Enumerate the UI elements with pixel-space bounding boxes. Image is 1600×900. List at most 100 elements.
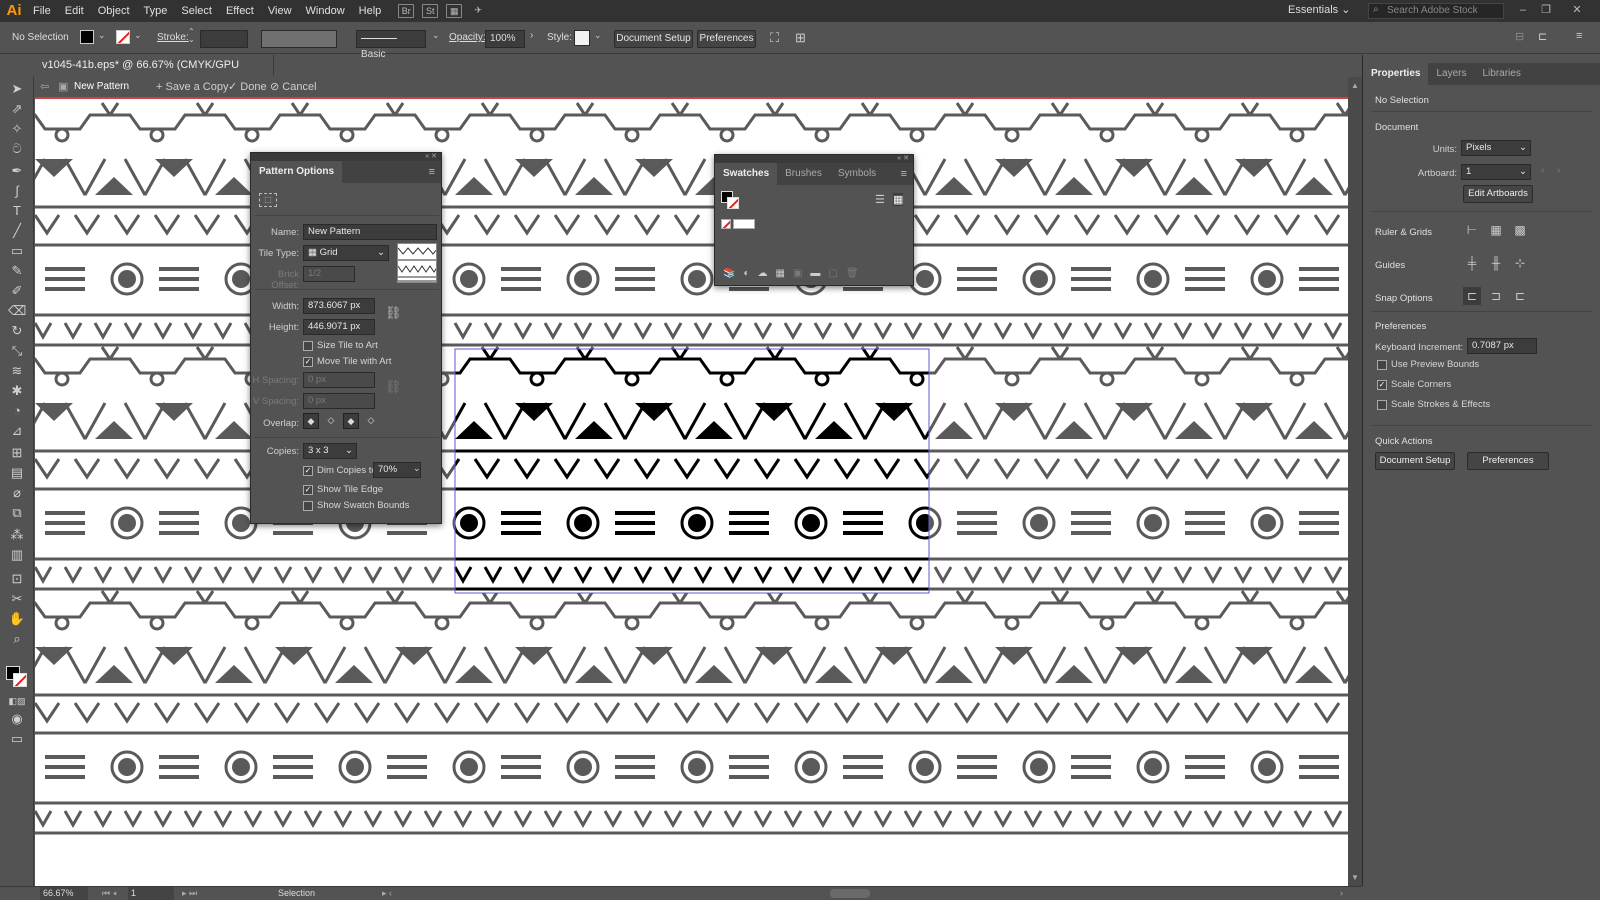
tab-properties[interactable]: Properties: [1363, 63, 1429, 85]
snap-to-grid-icon[interactable]: ⊏: [1511, 287, 1529, 305]
scroll-right-icon[interactable]: ›: [1340, 887, 1343, 900]
minimize-icon[interactable]: –: [1514, 2, 1532, 18]
menu-file[interactable]: File: [26, 0, 58, 22]
perspective-grid-tool-icon[interactable]: ⊿: [8, 422, 26, 440]
width-field[interactable]: 873.6067 px: [303, 298, 375, 314]
graph-tool-icon[interactable]: ▥: [8, 546, 26, 564]
swatch-new-pattern[interactable]: [733, 219, 755, 229]
panel-menu-icon[interactable]: ⊏: [1538, 30, 1547, 43]
bottom-in-front-icon[interactable]: ◇: [363, 413, 379, 429]
opacity-field[interactable]: 100%: [485, 30, 525, 48]
menu-help[interactable]: Help: [352, 0, 389, 22]
tab-symbols[interactable]: Symbols: [830, 163, 884, 185]
lock-guides-icon[interactable]: ╫: [1487, 254, 1505, 272]
panel-title-bar[interactable]: « ✕: [251, 153, 441, 161]
horizontal-scroll-thumb[interactable]: [830, 889, 870, 898]
line-tool-icon[interactable]: ╱: [8, 222, 26, 240]
move-tile-with-art-checkbox[interactable]: ✓: [303, 357, 313, 367]
tab-swatches[interactable]: Swatches: [715, 163, 778, 185]
use-preview-bounds-checkbox[interactable]: [1377, 360, 1387, 370]
pattern-tile-tool-icon[interactable]: ⬚: [259, 193, 277, 207]
swatch-options-icon[interactable]: ▦: [776, 263, 785, 285]
menu-type[interactable]: Type: [137, 0, 175, 22]
pen-tool-icon[interactable]: ✒: [8, 162, 26, 180]
close-panel-icon[interactable]: ✕: [431, 153, 437, 160]
panel-menu-icon[interactable]: ≡: [429, 161, 441, 183]
scale-corners-checkbox[interactable]: ✓: [1377, 380, 1387, 390]
chevron-down-icon[interactable]: ⌄: [432, 30, 440, 41]
zoom-tool-icon[interactable]: ⌕: [8, 630, 26, 648]
close-panel-icon[interactable]: ✕: [903, 155, 909, 162]
hamburger-icon[interactable]: ≡: [1576, 30, 1582, 42]
artboard-select[interactable]: 1 ⌄: [1461, 164, 1531, 180]
stroke-label[interactable]: Stroke:: [157, 32, 189, 43]
graphic-style-swatch[interactable]: [574, 30, 590, 46]
warp-tool-icon[interactable]: ≋: [8, 362, 26, 380]
gradient-tool-icon[interactable]: ▤: [8, 464, 26, 482]
paintbrush-tool-icon[interactable]: ✎: [8, 262, 26, 280]
tab-layers[interactable]: Layers: [1428, 63, 1474, 85]
show-guides-icon[interactable]: ╪: [1463, 254, 1481, 272]
size-tile-to-art-checkbox[interactable]: [303, 341, 313, 351]
preferences-button[interactable]: Preferences: [697, 30, 756, 48]
dim-copies-checkbox[interactable]: ✓: [303, 466, 313, 476]
show-tile-edge-checkbox[interactable]: ✓: [303, 485, 313, 495]
tab-libraries[interactable]: Libraries: [1474, 63, 1528, 85]
save-a-copy-button[interactable]: + Save a Copy: [156, 77, 228, 97]
units-select[interactable]: Pixels ⌄: [1461, 140, 1531, 156]
chevron-down-icon[interactable]: ⌄: [134, 30, 142, 41]
quick-preferences-button[interactable]: Preferences: [1467, 452, 1549, 470]
cloud-icon[interactable]: ☁: [758, 263, 768, 285]
rotate-tool-icon[interactable]: ↻: [8, 322, 26, 340]
panel-title-bar[interactable]: « ✕: [715, 155, 913, 163]
rulers-icon[interactable]: ⊢: [1463, 221, 1481, 239]
quick-document-setup-button[interactable]: Document Setup: [1375, 452, 1455, 470]
scale-tool-icon[interactable]: ⤡: [8, 342, 26, 360]
scroll-down-icon[interactable]: ▼: [1351, 873, 1359, 882]
menu-view[interactable]: View: [261, 0, 299, 22]
close-window-icon[interactable]: ✕: [1568, 2, 1586, 18]
blend-tool-icon[interactable]: ⧉: [8, 504, 26, 522]
lasso-tool-icon[interactable]: ට: [8, 140, 26, 158]
variable-width-profile[interactable]: [261, 30, 337, 48]
keyboard-increment-field[interactable]: 0.7087 px: [1467, 338, 1537, 354]
slice-tool-icon[interactable]: ✂: [8, 590, 26, 608]
menu-object[interactable]: Object: [91, 0, 137, 22]
done-button[interactable]: ✓ Done: [228, 77, 267, 97]
swatch-libraries-icon[interactable]: 📚: [723, 263, 735, 285]
collapse-icon[interactable]: «: [897, 155, 901, 162]
gpu-icon[interactable]: ✈: [470, 4, 486, 18]
collapse-icon[interactable]: «: [425, 153, 429, 160]
fill-swatch[interactable]: [80, 30, 94, 44]
top-in-front-icon[interactable]: ◆: [343, 413, 359, 429]
arrange-icon[interactable]: ⊟: [1515, 30, 1524, 43]
swatch-kind-icon[interactable]: ◐: [743, 263, 749, 285]
grid-view-icon[interactable]: ▦: [893, 193, 904, 206]
height-field[interactable]: 446.9071 px: [303, 319, 375, 335]
hand-tool-icon[interactable]: ✋: [8, 610, 26, 628]
opacity-label[interactable]: Opacity:: [449, 32, 486, 43]
menu-effect[interactable]: Effect: [219, 0, 261, 22]
color-mode-icon[interactable]: ◧▨: [8, 692, 26, 710]
screen-mode-icon[interactable]: ▭: [8, 730, 26, 748]
stroke-stepper-icon[interactable]: ⌃ ⌄: [188, 28, 195, 44]
chevron-down-icon[interactable]: ⌄: [98, 30, 106, 41]
draw-mode-icon[interactable]: ◉: [8, 710, 26, 728]
stroke-swatch[interactable]: [727, 197, 739, 209]
next-artboard-icon[interactable]: ▸ ⏭: [182, 887, 197, 900]
workspace-switcher[interactable]: Essentials ⌄: [1288, 3, 1350, 16]
direct-selection-tool-icon[interactable]: ⇗: [8, 100, 26, 118]
scroll-up-icon[interactable]: ▲: [1351, 81, 1359, 90]
stroke-swatch[interactable]: [116, 30, 130, 44]
copies-select[interactable]: 3 x 3 ⌄: [303, 443, 357, 459]
panel-menu-icon[interactable]: ≡: [901, 163, 913, 185]
artboard-navigator[interactable]: 1: [128, 887, 174, 900]
tab-brushes[interactable]: Brushes: [777, 163, 830, 185]
stroke-color-icon[interactable]: [13, 673, 27, 687]
tab-pattern-options[interactable]: Pattern Options: [251, 161, 343, 183]
magic-wand-tool-icon[interactable]: ✧: [8, 120, 26, 138]
brush-definition[interactable]: Basic: [356, 30, 426, 60]
new-folder-icon[interactable]: ▬: [810, 263, 820, 285]
menu-edit[interactable]: Edit: [58, 0, 91, 22]
shape-builder-tool-icon[interactable]: ◔: [8, 402, 26, 420]
